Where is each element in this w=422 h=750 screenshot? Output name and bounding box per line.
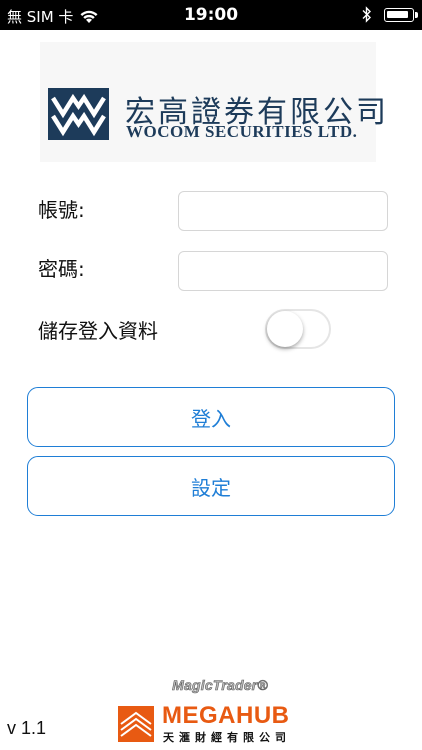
wocom-logo-icon (48, 88, 109, 140)
company-name-english: WOCOM SECURITIES LTD. (126, 122, 358, 141)
login-button[interactable]: 登入 (27, 387, 395, 447)
status-right (362, 6, 418, 23)
battery-level (387, 10, 408, 18)
magictrader-logo: MagicTrader® (172, 677, 268, 694)
remember-login-label: 儲存登入資料 (38, 319, 158, 343)
company-logo: 宏高證券有限公司 WOCOM SECURITIES LTD. (40, 42, 386, 162)
bluetooth-icon (362, 6, 371, 23)
status-bar: 無 SIM 卡 19:00 (0, 0, 422, 30)
app-version: v 1.1 (7, 718, 47, 738)
password-label: 密碼: (38, 257, 85, 281)
megahub-name: MEGAHUB (162, 702, 290, 729)
account-input[interactable] (178, 191, 388, 231)
megahub-company-name: 天滙財經有限公司 (163, 731, 291, 744)
status-time: 19:00 (183, 5, 239, 25)
toggle-knob (267, 311, 303, 347)
password-input[interactable] (178, 251, 388, 291)
settings-button[interactable]: 設定 (27, 456, 395, 516)
account-label: 帳號: (38, 198, 85, 222)
remember-login-toggle[interactable] (265, 309, 331, 349)
megahub-logo-icon (118, 706, 154, 742)
battery-icon (384, 7, 418, 22)
